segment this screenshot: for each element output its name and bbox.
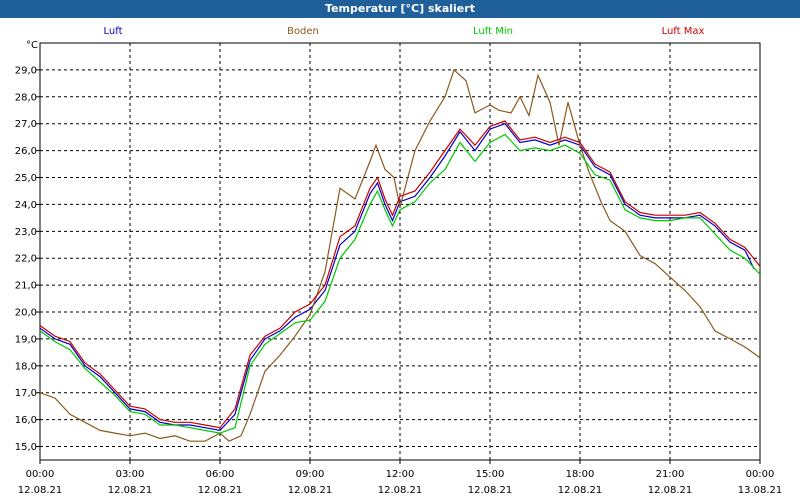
y-tick-label: 25,0 [15, 173, 37, 184]
temperature-chart: Luft Boden Luft Min Luft Max °C 29,0 28,0 27,0 2… [15, 26, 783, 496]
y-tick-label: 18,0 [15, 361, 37, 372]
y-tick-label: 28,0 [15, 92, 37, 103]
y-tick-label: 16,0 [15, 415, 37, 426]
x-tick-time-label: 09:00 [296, 469, 325, 480]
y-tick-label: 29,0 [15, 65, 37, 76]
application-window: Temperatur [°C] skaliert Luft Boden Luft M… [0, 0, 800, 500]
legend-entry: Luft [104, 26, 123, 37]
x-tick-date-label: 13.08.21 [738, 485, 783, 496]
x-tick-time-label: 18:00 [566, 469, 595, 480]
x-tick-time-label: 15:00 [476, 469, 505, 480]
x-tick-time-label: 12:00 [386, 469, 415, 480]
x-tick-date-label: 12.08.21 [198, 485, 243, 496]
y-tick-label: 22,0 [15, 254, 37, 265]
legend-entry: Boden [287, 26, 319, 37]
legend-entry: Luft Max [662, 26, 705, 37]
x-tick-date-label: 12.08.21 [378, 485, 423, 496]
y-axis-label: °C [26, 40, 38, 51]
x-tick-time-label: 06:00 [206, 469, 235, 480]
y-tick-label: 20,0 [15, 308, 37, 319]
legend-entry: Luft Min [473, 26, 513, 37]
x-tick-date-label: 12.08.21 [648, 485, 693, 496]
chart-title: Temperatur [°C] skaliert [0, 0, 800, 18]
x-tick-time-label: 03:00 [116, 469, 145, 480]
x-tick-date-label: 12.08.21 [558, 485, 603, 496]
y-tick-label: 17,0 [15, 388, 37, 399]
y-tick-label: 19,0 [15, 334, 37, 345]
y-tick-label: 26,0 [15, 146, 37, 157]
x-tick-time-label: 00:00 [26, 469, 55, 480]
y-tick-label: 21,0 [15, 281, 37, 292]
x-tick-date-label: 12.08.21 [18, 485, 63, 496]
y-tick-label: 27,0 [15, 119, 37, 130]
y-tick-label: 24,0 [15, 200, 37, 211]
y-tick-label: 15,0 [15, 442, 37, 453]
x-tick-time-label: 00:00 [746, 469, 775, 480]
x-tick-date-label: 12.08.21 [468, 485, 513, 496]
x-tick-time-label: 21:00 [656, 469, 685, 480]
y-tick-label: 23,0 [15, 227, 37, 238]
x-tick-date-label: 12.08.21 [288, 485, 333, 496]
x-tick-date-label: 12.08.21 [108, 485, 153, 496]
chart-area: Luft Boden Luft Min Luft Max °C 29,0 28,0 27,0 2… [0, 18, 800, 500]
